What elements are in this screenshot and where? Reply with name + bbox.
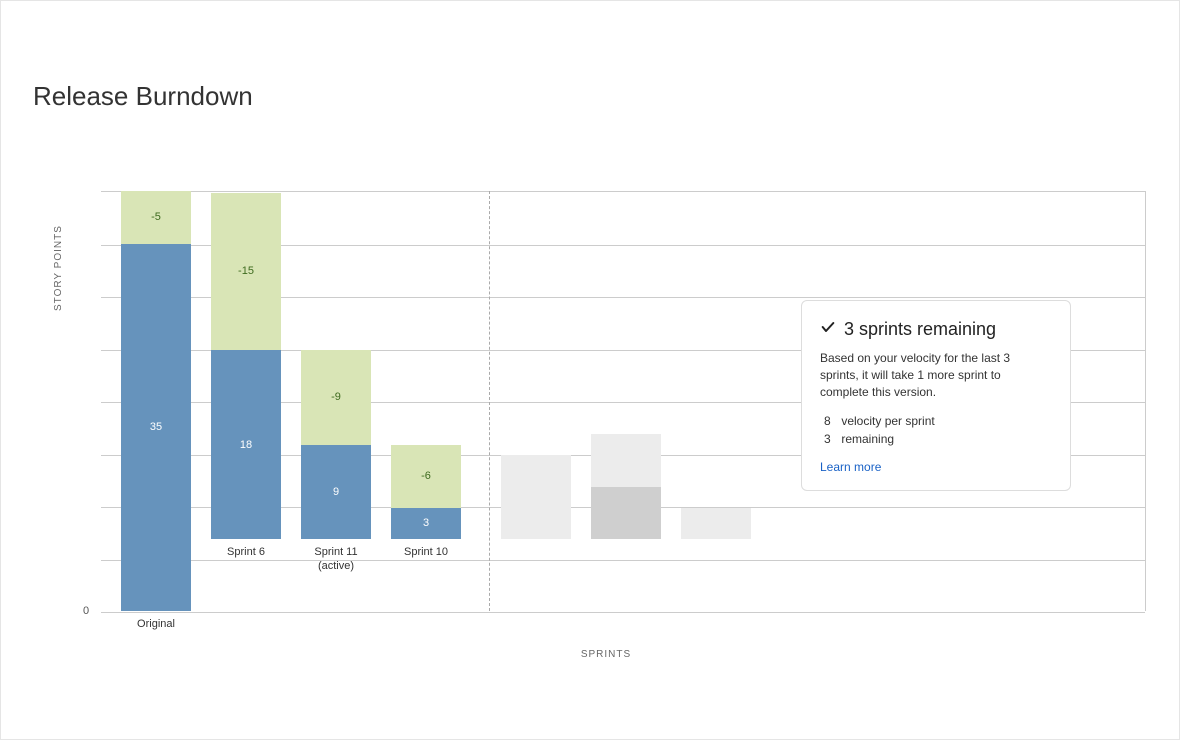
bar-sprint-6: 18 -15 Sprint 6 [211,191,281,611]
bar-value-completed: -5 [121,211,191,223]
forecast-summary-card: 3 sprints remaining Based on your veloci… [801,300,1071,491]
bar-label: Sprint 11 (active) [301,545,371,574]
stat-velocity-label: velocity per sprint [841,414,934,428]
bar-original: 35 -5 Original [121,191,191,611]
bar-value-remaining: 9 [301,486,371,498]
card-description: Based on your velocity for the last 3 sp… [820,350,1052,400]
stat-remaining-label: remaining [841,432,894,446]
bar-forecast-completed [591,434,661,487]
bar-completed: -5 [121,191,191,244]
y-axis-zero: 0 [83,605,89,617]
bar-forecast-completed [501,455,571,539]
bar-remaining: 9 [301,445,371,540]
bar-sprint-10: 3 -6 Sprint 10 [391,191,461,611]
card-headline: 3 sprints remaining [844,319,996,340]
stat-remaining-number: 3 [824,430,838,448]
bar-label: Original [121,617,191,631]
bar-label: Sprint 6 [211,545,281,559]
card-stat-row: 3 remaining [824,430,1052,448]
bar-completed: -9 [301,350,371,445]
y-axis-label: STORY POINTS [53,225,64,311]
bar-value-remaining: 35 [121,421,191,433]
bar-value-completed: -6 [391,470,461,482]
bar-forecast-remaining [591,487,661,540]
page-title: Release Burndown [33,81,253,112]
bar-forecast-2 [591,191,661,611]
stat-velocity-number: 8 [824,412,838,430]
bar-remaining: 35 [121,244,191,612]
bar-remaining: 18 [211,350,281,539]
x-axis-label: SPRINTS [61,649,1151,660]
gridline [101,612,1145,613]
card-headline-row: 3 sprints remaining [820,319,1052,340]
bar-forecast-3 [681,191,751,611]
check-icon [820,319,836,340]
bar-label: Sprint 10 [391,545,461,559]
bar-forecast-1 [501,191,571,611]
bar-completed: -15 [211,193,281,351]
page: Release Burndown STORY POINTS 35 [0,0,1180,740]
bar-forecast-completed [681,508,751,540]
card-stat-row: 8 velocity per sprint [824,412,1052,430]
bar-remaining: 3 [391,508,461,540]
bar-completed: -6 [391,445,461,508]
bar-value-remaining: 3 [391,517,461,529]
learn-more-link[interactable]: Learn more [820,460,1052,474]
bar-value-completed: -15 [211,265,281,277]
bar-value-remaining: 18 [211,439,281,451]
bar-value-completed: -9 [301,391,371,403]
bar-sprint-11: 9 -9 Sprint 11 (active) [301,191,371,611]
card-stats: 8 velocity per sprint 3 remaining [824,412,1052,448]
